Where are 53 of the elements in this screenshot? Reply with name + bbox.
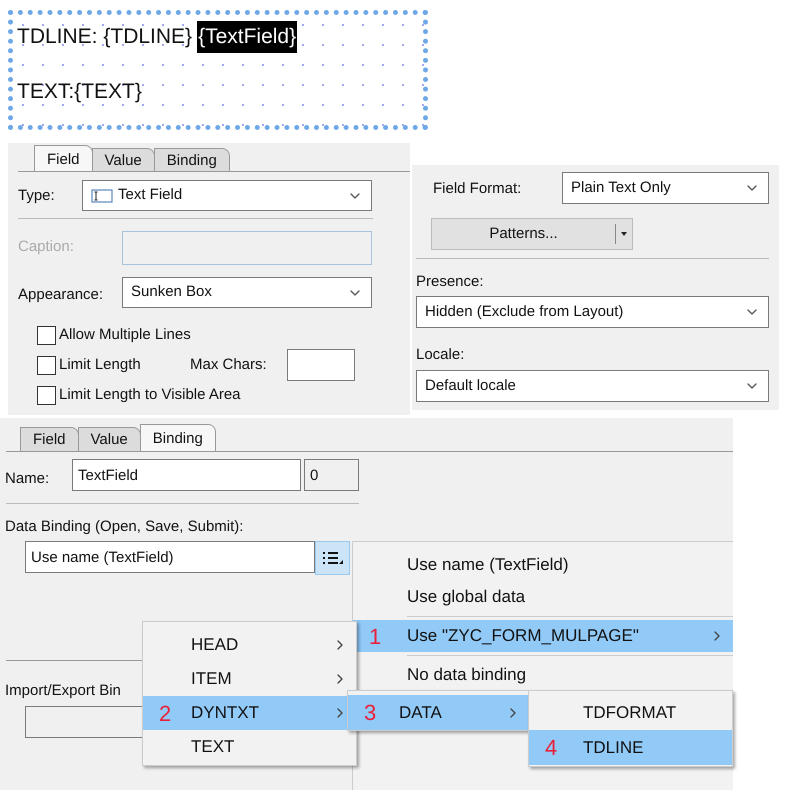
step-number: 1 (369, 624, 382, 648)
data-binding-label: Data Binding (Open, Save, Submit): (5, 517, 244, 537)
menu-item[interactable]: 1 Use "ZYC_FORM_MULPAGE" (353, 620, 733, 652)
max-chars-label: Max Chars: (190, 355, 267, 375)
menu-item[interactable]: 4 TDLINE (529, 730, 732, 765)
dropdown[interactable]: Sunken Box (122, 277, 372, 308)
menu-item[interactable]: Use name (TextField) (353, 549, 733, 581)
selected-field[interactable]: {TextField} (197, 21, 298, 52)
list-icon (322, 551, 344, 565)
field-label: TEXT:{TEXT} (17, 79, 142, 105)
menu-item[interactable]: HEAD (143, 628, 356, 662)
presence-label: Presence: (416, 272, 484, 292)
dropdown[interactable]: Hidden (Exclude from Layout) (416, 296, 769, 328)
type-label: Type: (18, 186, 55, 206)
tab[interactable]: Field (34, 145, 93, 172)
tab[interactable]: Binding (154, 148, 230, 172)
dropdown-arrow-icon (618, 230, 630, 238)
step-number: 4 (545, 735, 558, 760)
menu-item[interactable]: TDFORMAT (529, 695, 732, 730)
patterns-button[interactable]: Patterns... (431, 218, 633, 250)
tab[interactable]: Field (20, 427, 79, 451)
import-export-label: Import/Export Bin (5, 681, 121, 701)
menu-item[interactable]: No data binding (353, 659, 733, 691)
appearance-label: Appearance: (18, 285, 104, 305)
dropdown[interactable]: Plain Text Only (562, 172, 769, 204)
field-format-label: Field Format: (433, 179, 522, 199)
step-number: 3 (364, 700, 376, 725)
tab[interactable]: Value (78, 427, 141, 451)
index-field[interactable]: 0 (304, 459, 359, 491)
menu-item[interactable]: 3 DATA (348, 695, 529, 730)
data-binding-field[interactable]: Use name (TextField) (25, 541, 315, 573)
checkbox-label: Allow Multiple Lines (59, 325, 191, 345)
menu-item[interactable]: Use global data (353, 581, 733, 613)
field-label: TDLINE: {TDLINE} (17, 24, 192, 50)
dropdown[interactable]: Default locale (416, 370, 769, 402)
menu-item[interactable]: TEXT (143, 730, 356, 764)
name-field[interactable]: TextField (72, 459, 301, 491)
caption-label: Caption: (18, 237, 74, 257)
text-field-icon (91, 188, 113, 202)
tab[interactable]: Value (92, 148, 155, 172)
locale-label: Locale: (416, 345, 464, 365)
binding-menu-button[interactable] (315, 541, 350, 575)
checkbox[interactable] (37, 386, 56, 405)
menu-item[interactable]: ITEM (143, 662, 356, 696)
checkbox[interactable] (37, 326, 56, 345)
tab[interactable]: Binding (140, 424, 216, 451)
dropdown[interactable]: Text Field (82, 180, 372, 211)
name-label: Name: (5, 469, 50, 489)
max-chars-field[interactable] (287, 349, 355, 381)
checkbox[interactable] (37, 356, 56, 375)
checkbox-label: Limit Length to Visible Area (59, 385, 241, 405)
step-number: 2 (159, 700, 172, 726)
checkbox-label: Limit Length (59, 355, 141, 375)
